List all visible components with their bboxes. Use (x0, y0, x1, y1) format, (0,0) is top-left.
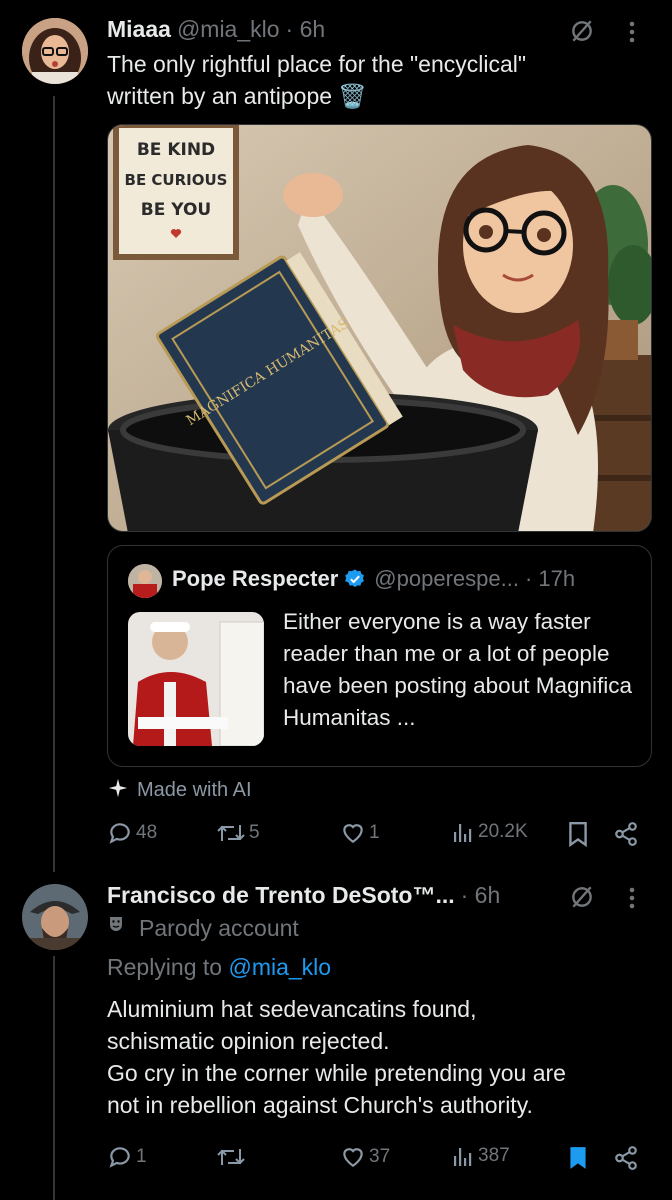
repost-button[interactable] (216, 1144, 246, 1170)
theater-masks-icon (107, 914, 131, 943)
bookmark-icon[interactable] (564, 820, 592, 848)
views-icon (451, 820, 475, 844)
views-count: 387 (478, 1145, 510, 1166)
reply-icon (107, 820, 133, 846)
grok-icon[interactable] (565, 880, 599, 914)
tweet-text-line: The only rightful place for the "encycli… (107, 51, 527, 77)
views-icon (451, 1144, 475, 1168)
like-count: 37 (369, 1146, 391, 1167)
display-name[interactable]: Pope Respecter (172, 566, 338, 592)
reply-count: 1 (136, 1146, 147, 1167)
parody-label: Parody account (107, 914, 299, 943)
repost-icon (216, 820, 246, 846)
replying-prefix: Replying to (107, 954, 223, 980)
share-icon[interactable] (612, 1144, 640, 1172)
tweet-text: Aluminium hat sedevancatins found, schis… (107, 993, 657, 1121)
timestamp[interactable]: · 6h (461, 882, 501, 909)
ai-label-text: Made with AI (137, 779, 252, 801)
views-button[interactable]: 387 (451, 1144, 510, 1168)
replying-handle[interactable]: @mia_klo (228, 954, 331, 980)
heart-icon (340, 820, 366, 846)
thread-connector (53, 956, 55, 1200)
like-button[interactable]: 37 (340, 1144, 390, 1170)
views-count: 20.2K (478, 821, 528, 842)
reply-button[interactable]: 48 (107, 820, 157, 846)
like-button[interactable]: 1 (340, 820, 380, 846)
repost-button[interactable]: 5 (216, 820, 260, 846)
reply-count: 48 (136, 822, 158, 843)
more-options-icon[interactable] (620, 882, 644, 914)
repost-count: 5 (249, 822, 260, 843)
quote-text: Either everyone is a way faster reader t… (283, 609, 633, 730)
share-icon[interactable] (612, 820, 640, 848)
display-name[interactable]: Francisco de Trento DeSoto™... (107, 882, 455, 909)
tweet-text: The only rightful place for the "encycli… (107, 48, 647, 112)
verified-badge-icon (344, 568, 366, 590)
tweet-header: Miaaa @mia_klo · 6h (107, 16, 325, 43)
sign-text: BE CURIOUS (125, 171, 228, 189)
sign-text: BE YOU (141, 200, 211, 220)
display-name[interactable]: Miaaa (107, 16, 171, 43)
reply-button[interactable]: 1 (107, 1144, 147, 1170)
handle[interactable]: @mia_klo (177, 16, 280, 43)
timestamp[interactable]: · 17h (525, 566, 575, 592)
tweet-image[interactable]: BE KIND BE CURIOUS BE YOU MAGNIFICA HUMA… (107, 124, 652, 532)
sparkle-icon (107, 777, 129, 804)
quote-header: Pope Respecter @poperespe... · 17h (172, 566, 575, 592)
thread-connector (53, 96, 55, 872)
parody-label-text: Parody account (139, 915, 299, 941)
tweet-text-line: schismatic opinion rejected. (107, 1028, 390, 1054)
repost-icon (216, 1144, 246, 1170)
views-button[interactable]: 20.2K (451, 820, 528, 844)
heart-icon (340, 1144, 366, 1170)
avatar[interactable] (128, 564, 162, 598)
sign-text: BE KIND (137, 140, 215, 160)
tweet-text-line: not in rebellion against Church's author… (107, 1092, 533, 1118)
replying-to: Replying to @mia_klo (107, 954, 331, 981)
avatar[interactable] (22, 18, 88, 84)
grok-icon[interactable] (565, 14, 599, 48)
tweet-header: Francisco de Trento DeSoto™... · 6h (107, 882, 500, 909)
quote-thumbnail[interactable] (128, 612, 264, 746)
tweet-text-line: Aluminium hat sedevancatins found, (107, 996, 477, 1022)
quoted-tweet[interactable]: Pope Respecter @poperespe... · 17h Eithe… (107, 545, 652, 767)
tweet-text-line: written by an antipope 🗑️ (107, 83, 368, 109)
reply-icon (107, 1144, 133, 1170)
bookmark-filled-icon[interactable] (564, 1144, 592, 1172)
avatar[interactable] (22, 884, 88, 950)
timestamp[interactable]: · 6h (286, 16, 326, 43)
tweet-text-line: Go cry in the corner while pretending yo… (107, 1060, 566, 1086)
ai-label: Made with AI (107, 777, 252, 804)
handle[interactable]: @poperespe... (374, 566, 519, 592)
more-options-icon[interactable] (620, 16, 644, 48)
like-count: 1 (369, 822, 380, 843)
